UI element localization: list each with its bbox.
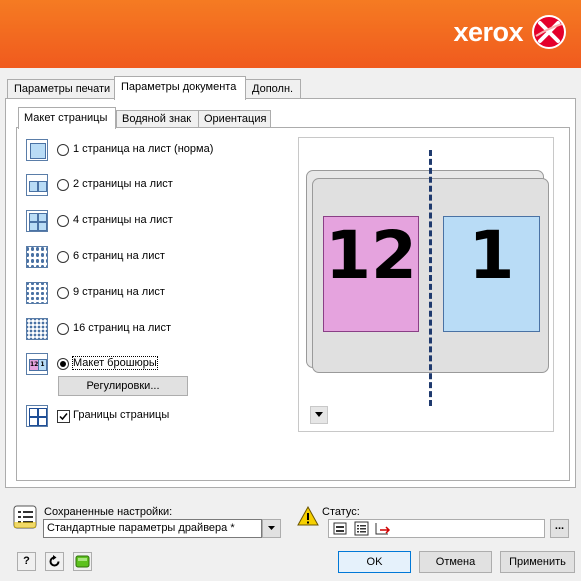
printer-queue-icon [333, 522, 347, 535]
green-status-button[interactable] [73, 552, 92, 571]
preview-right-page: 1 [443, 216, 540, 332]
page-borders-label: Границы страницы [73, 409, 170, 421]
layout-9-up-label: 9 страниц на лист [73, 286, 165, 298]
layout-1-up-label: 1 страница на лист (норма) [73, 143, 214, 155]
booklet-radio[interactable] [57, 358, 69, 370]
tab-orientation[interactable]: Ориентация [198, 110, 271, 128]
layout-16-up-icon [26, 318, 48, 340]
layout-2-up-label: 2 страницы на лист [73, 178, 173, 190]
tab-watermark[interactable]: Водяной знак [116, 110, 199, 128]
layout-9-up-radio[interactable] [57, 287, 69, 299]
cancel-button[interactable]: Отмена [419, 551, 492, 573]
output-tray-icon [375, 523, 391, 535]
warning-icon [297, 506, 319, 526]
chevron-down-icon [268, 526, 275, 530]
tab-print-settings[interactable]: Параметры печати [7, 79, 115, 99]
layout-4-up-icon [26, 210, 48, 232]
saved-settings-select[interactable]: Стандартные параметры драйвера * [43, 519, 262, 538]
page-borders-icon [26, 405, 48, 427]
saved-settings-dropdown-button[interactable] [262, 519, 281, 538]
status-field [328, 519, 545, 538]
booklet-label: Макет брошюры [72, 356, 158, 370]
preview-left-page: 12 [323, 216, 419, 332]
layout-1-up-radio[interactable] [57, 144, 69, 156]
brand-logo-text: xerox [453, 17, 523, 47]
ok-button[interactable]: OK [338, 551, 411, 573]
tab-document-settings[interactable]: Параметры документа [114, 76, 246, 100]
header-banner: xerox [0, 0, 581, 68]
layout-6-up-label: 6 страниц на лист [73, 250, 165, 262]
layout-6-up-icon [26, 246, 48, 268]
layout-16-up-label: 16 страниц на лист [73, 322, 171, 334]
document-list-icon [354, 521, 369, 536]
page-borders-checkbox[interactable] [57, 410, 70, 423]
tab-page-layout[interactable]: Макет страницы [18, 107, 116, 129]
saved-settings-icon [13, 505, 37, 529]
refresh-icon [49, 555, 60, 567]
preview-dropdown-button[interactable] [310, 406, 328, 424]
layout-2-up-radio[interactable] [57, 179, 69, 191]
xerox-logo-icon [532, 15, 566, 49]
layout-16-up-radio[interactable] [57, 323, 69, 335]
device-status-icon [75, 555, 90, 568]
apply-button[interactable]: Применить [500, 551, 575, 573]
status-more-button[interactable]: ... [550, 519, 569, 538]
layout-6-up-radio[interactable] [57, 251, 69, 263]
fold-line [429, 150, 432, 406]
layout-9-up-icon [26, 282, 48, 304]
layout-1-up-icon [26, 139, 48, 161]
saved-settings-label: Сохраненные настройки: [44, 506, 173, 518]
layout-4-up-label: 4 страницы на лист [73, 214, 173, 226]
adjust-button[interactable]: Регулировки... [58, 376, 188, 396]
booklet-preview: 12 1 [298, 137, 554, 432]
layout-4-up-radio[interactable] [57, 215, 69, 227]
help-button[interactable]: ? [17, 552, 36, 571]
checkmark-icon [59, 413, 68, 421]
booklet-layout-icon: 12 1 [26, 353, 48, 375]
tab-advanced[interactable]: Дополн. [245, 79, 301, 99]
chevron-down-icon [315, 412, 323, 417]
reset-button[interactable] [45, 552, 64, 571]
status-label: Статус: [322, 506, 360, 518]
layout-2-up-icon [26, 174, 48, 196]
